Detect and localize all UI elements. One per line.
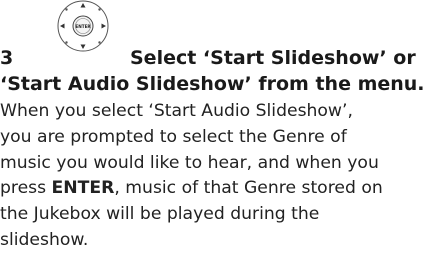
description-text: , music of that Genre stored on xyxy=(114,178,383,199)
svg-text:ENTER: ENTER xyxy=(75,24,91,29)
description-line: press ENTER, music of that Genre stored … xyxy=(0,176,448,202)
description-line: When you select ‘Start Audio Slideshow’, xyxy=(0,101,353,121)
description-line: slideshow. xyxy=(0,229,89,250)
step-number: 3 xyxy=(0,47,14,69)
enter-key-label: ENTER xyxy=(51,178,115,199)
description-line: the Jukebox will be played during the xyxy=(0,204,320,225)
enter-dial-icon: ENTER xyxy=(46,0,120,56)
step-heading-line-1: Select ‘Start Slideshow’ or xyxy=(130,47,416,69)
step-description: When you select ‘Start Audio Slideshow’,… xyxy=(0,99,448,254)
description-line: you are prompted to select the Genre of xyxy=(0,126,347,147)
description-line: music you would like to hear, and when y… xyxy=(0,152,379,173)
description-text: press xyxy=(0,178,52,199)
step-heading-line-2: ‘Start Audio Slideshow’ from the menu. xyxy=(0,73,425,95)
